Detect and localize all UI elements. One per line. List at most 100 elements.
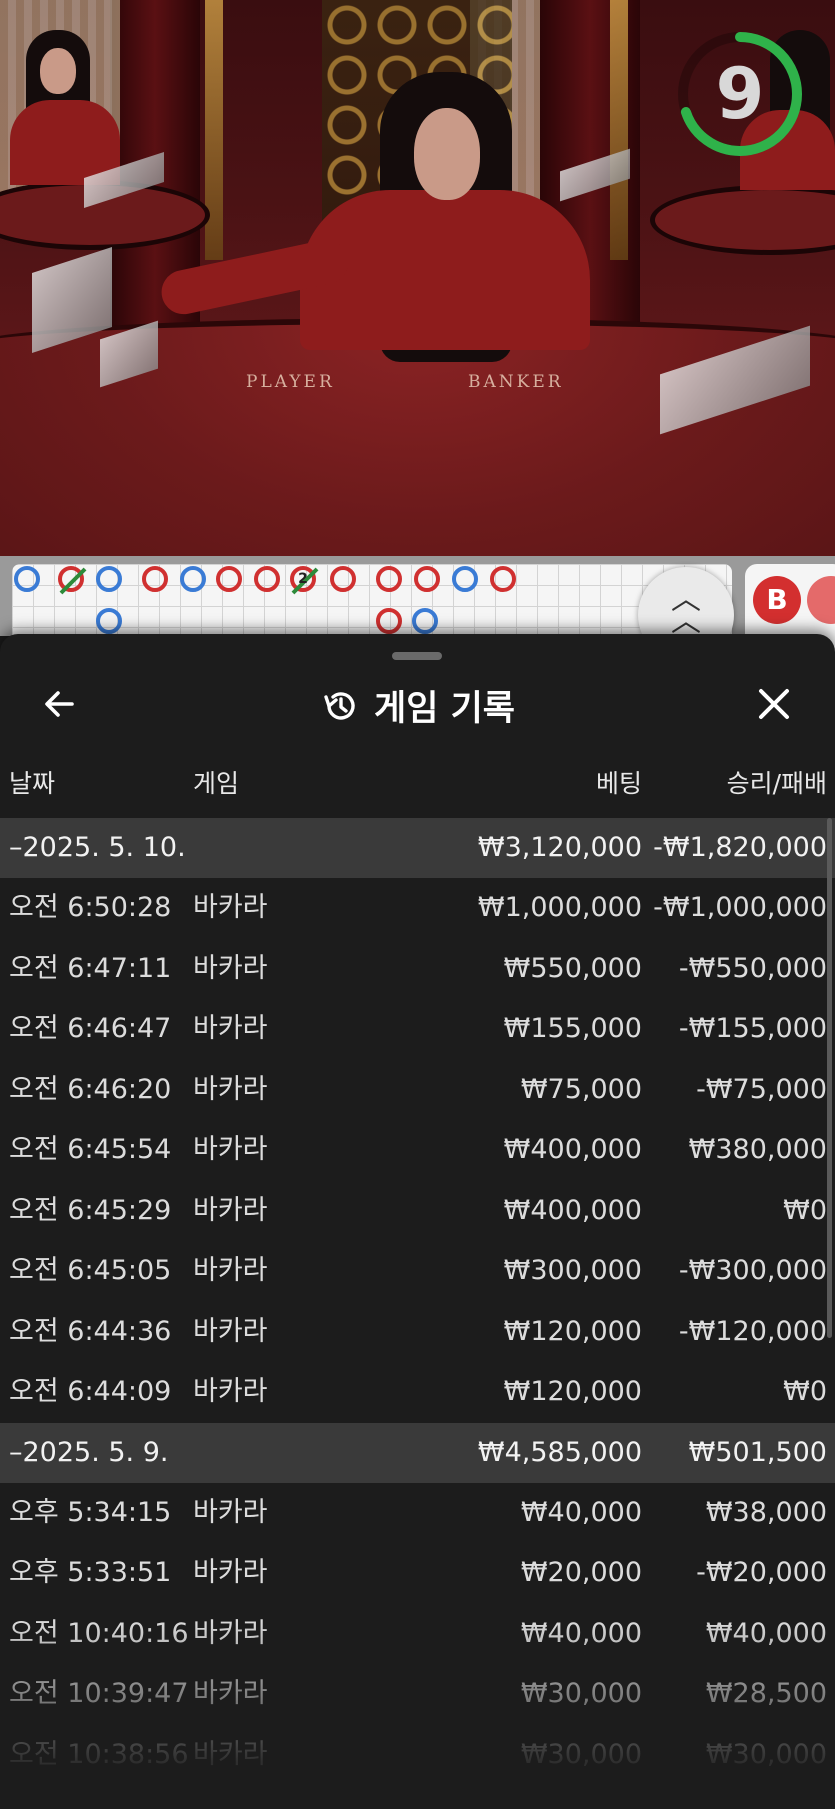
countdown-timer: 9 [676,30,804,158]
history-row[interactable]: 오전 6:45:29 바카라 ₩400,000 ₩0 [0,1181,835,1242]
history-list: –2025. 5. 10. ₩3,120,000 -₩1,820,000 오전 6:5… [0,818,835,1785]
bead-blue [180,566,206,592]
history-row[interactable]: 오전 6:45:54 바카라 ₩400,000 ₩380,000 [0,1120,835,1181]
bead-blue [14,566,40,592]
row-game: 바카라 [193,1617,268,1649]
row-bet: ₩400,000 [503,1194,642,1226]
row-time: 오전 6:44:09 [9,1376,172,1407]
row-bet: ₩30,000 [520,1678,642,1709]
row-time: 오전 10:39:47 [9,1678,189,1709]
group-date: –2025. 5. 9. [9,1436,169,1468]
row-bet: ₩300,000 [503,1255,642,1286]
group-total-bet: ₩4,585,000 [477,1436,642,1468]
bead-red [490,566,516,592]
row-time: 오전 10:40:16 [9,1617,189,1649]
row-time: 오전 10:38:56 [9,1738,189,1770]
row-game: 바카라 [193,1496,268,1528]
group-total-result: ₩501,500 [688,1436,827,1468]
bead-red: 2 [290,566,319,595]
history-icon [324,691,355,720]
col-date: 날짜 [9,769,56,798]
close-button[interactable] [752,682,796,726]
history-row[interactable]: 오전 10:39:47 바카라 ₩30,000 ₩28,500 [0,1664,835,1725]
bead-red [376,566,402,592]
history-row[interactable]: 오전 6:50:28 바카라 ₩1,000,000 -₩1,000,000 [0,878,835,939]
tie-slash-icon [59,567,87,595]
row-bet: ₩120,000 [503,1315,642,1347]
col-result: 승리/패배 [726,769,827,798]
row-game: 바카라 [193,892,268,923]
history-row[interactable]: 오전 6:44:09 바카라 ₩120,000 ₩0 [0,1362,835,1423]
row-time: 오전 6:47:11 [9,952,172,984]
row-bet: ₩40,000 [520,1496,642,1528]
row-game: 바카라 [193,1194,268,1226]
row-time: 오전 6:45:29 [9,1194,172,1226]
row-time: 오전 6:46:20 [9,1073,172,1105]
row-time: 오전 6:45:54 [9,1134,172,1165]
row-bet: ₩120,000 [503,1376,642,1407]
history-row[interactable]: 오후 5:33:51 바카라 ₩20,000 -₩20,000 [0,1543,835,1604]
row-result: -₩550,000 [678,952,827,984]
row-bet: ₩75,000 [520,1073,642,1105]
row-game: 바카라 [193,1678,268,1709]
row-game: 바카라 [193,1738,268,1770]
chevron-up-icon: ︿ ︿ [671,582,701,639]
history-row[interactable]: 오전 6:44:36 바카라 ₩120,000 -₩120,000 [0,1302,835,1363]
bead-red [376,608,402,634]
row-bet: ₩40,000 [520,1617,642,1649]
date-group-header[interactable]: –2025. 5. 10. ₩3,120,000 -₩1,820,000 [0,818,835,878]
felt-banker-label: BANKER [468,372,564,392]
history-row[interactable]: 오전 6:46:20 바카라 ₩75,000 -₩75,000 [0,1060,835,1121]
group-total-bet: ₩3,120,000 [477,832,642,863]
row-result: -₩120,000 [678,1315,827,1347]
side-table [650,185,835,255]
row-result: ₩40,000 [705,1617,827,1649]
row-game: 바카라 [193,952,268,984]
history-row[interactable]: 오전 6:46:47 바카라 ₩155,000 -₩155,000 [0,999,835,1060]
sheet-header: 게임 기록 [0,680,835,729]
bead-red [414,566,440,592]
game-history-sheet: 게임 기록 날짜 게임 베팅 승리/패배 –2025. 5. 10. ₩3,120… [0,634,835,1809]
bead-blue [96,566,122,592]
group-date: –2025. 5. 10. [9,832,186,863]
close-icon [759,689,789,719]
row-time: 오전 6:45:05 [9,1255,172,1286]
bead-red [142,566,168,592]
row-result: ₩30,000 [705,1738,827,1770]
history-row[interactable]: 오전 10:40:16 바카라 ₩40,000 ₩40,000 [0,1604,835,1665]
row-result: ₩0 [783,1194,827,1226]
group-total-result: -₩1,820,000 [653,832,827,863]
row-result: ₩0 [783,1376,827,1407]
scrollbar[interactable] [827,818,832,1338]
history-row[interactable]: 오전 6:47:11 바카라 ₩550,000 -₩550,000 [0,939,835,1000]
row-result: -₩155,000 [678,1013,827,1044]
date-group-header[interactable]: –2025. 5. 9. ₩4,585,000 ₩501,500 [0,1422,835,1483]
row-game: 바카라 [193,1376,268,1407]
row-bet: ₩30,000 [520,1738,642,1770]
bead-red [254,566,280,592]
bead-red [216,566,242,592]
row-bet: ₩20,000 [520,1557,642,1588]
row-game: 바카라 [193,1013,268,1044]
row-time: 오전 6:50:28 [9,892,172,923]
col-game: 게임 [193,769,240,798]
side-dealer-face [40,48,76,94]
bead-red [58,566,87,595]
row-time: 오전 6:44:36 [9,1315,172,1347]
timer-value: 9 [715,53,765,135]
bead-blue [452,566,478,592]
bead-count: 2 [298,571,308,587]
drag-handle[interactable] [392,652,442,660]
banker-badge-secondary [807,576,835,624]
history-row[interactable]: 오전 10:38:56 바카라 ₩30,000 ₩30,000 [0,1725,835,1786]
banker-badge: B [753,576,801,624]
row-game: 바카라 [193,1255,268,1286]
row-game: 바카라 [193,1073,268,1105]
row-game: 바카라 [193,1315,268,1347]
felt-player-label: PLAYER [246,372,335,392]
history-row[interactable]: 오후 5:34:15 바카라 ₩40,000 ₩38,000 [0,1483,835,1544]
row-game: 바카라 [193,1557,268,1588]
bead-blue [96,608,122,634]
history-row[interactable]: 오전 6:45:05 바카라 ₩300,000 -₩300,000 [0,1241,835,1302]
row-time: 오후 5:33:51 [9,1557,172,1588]
